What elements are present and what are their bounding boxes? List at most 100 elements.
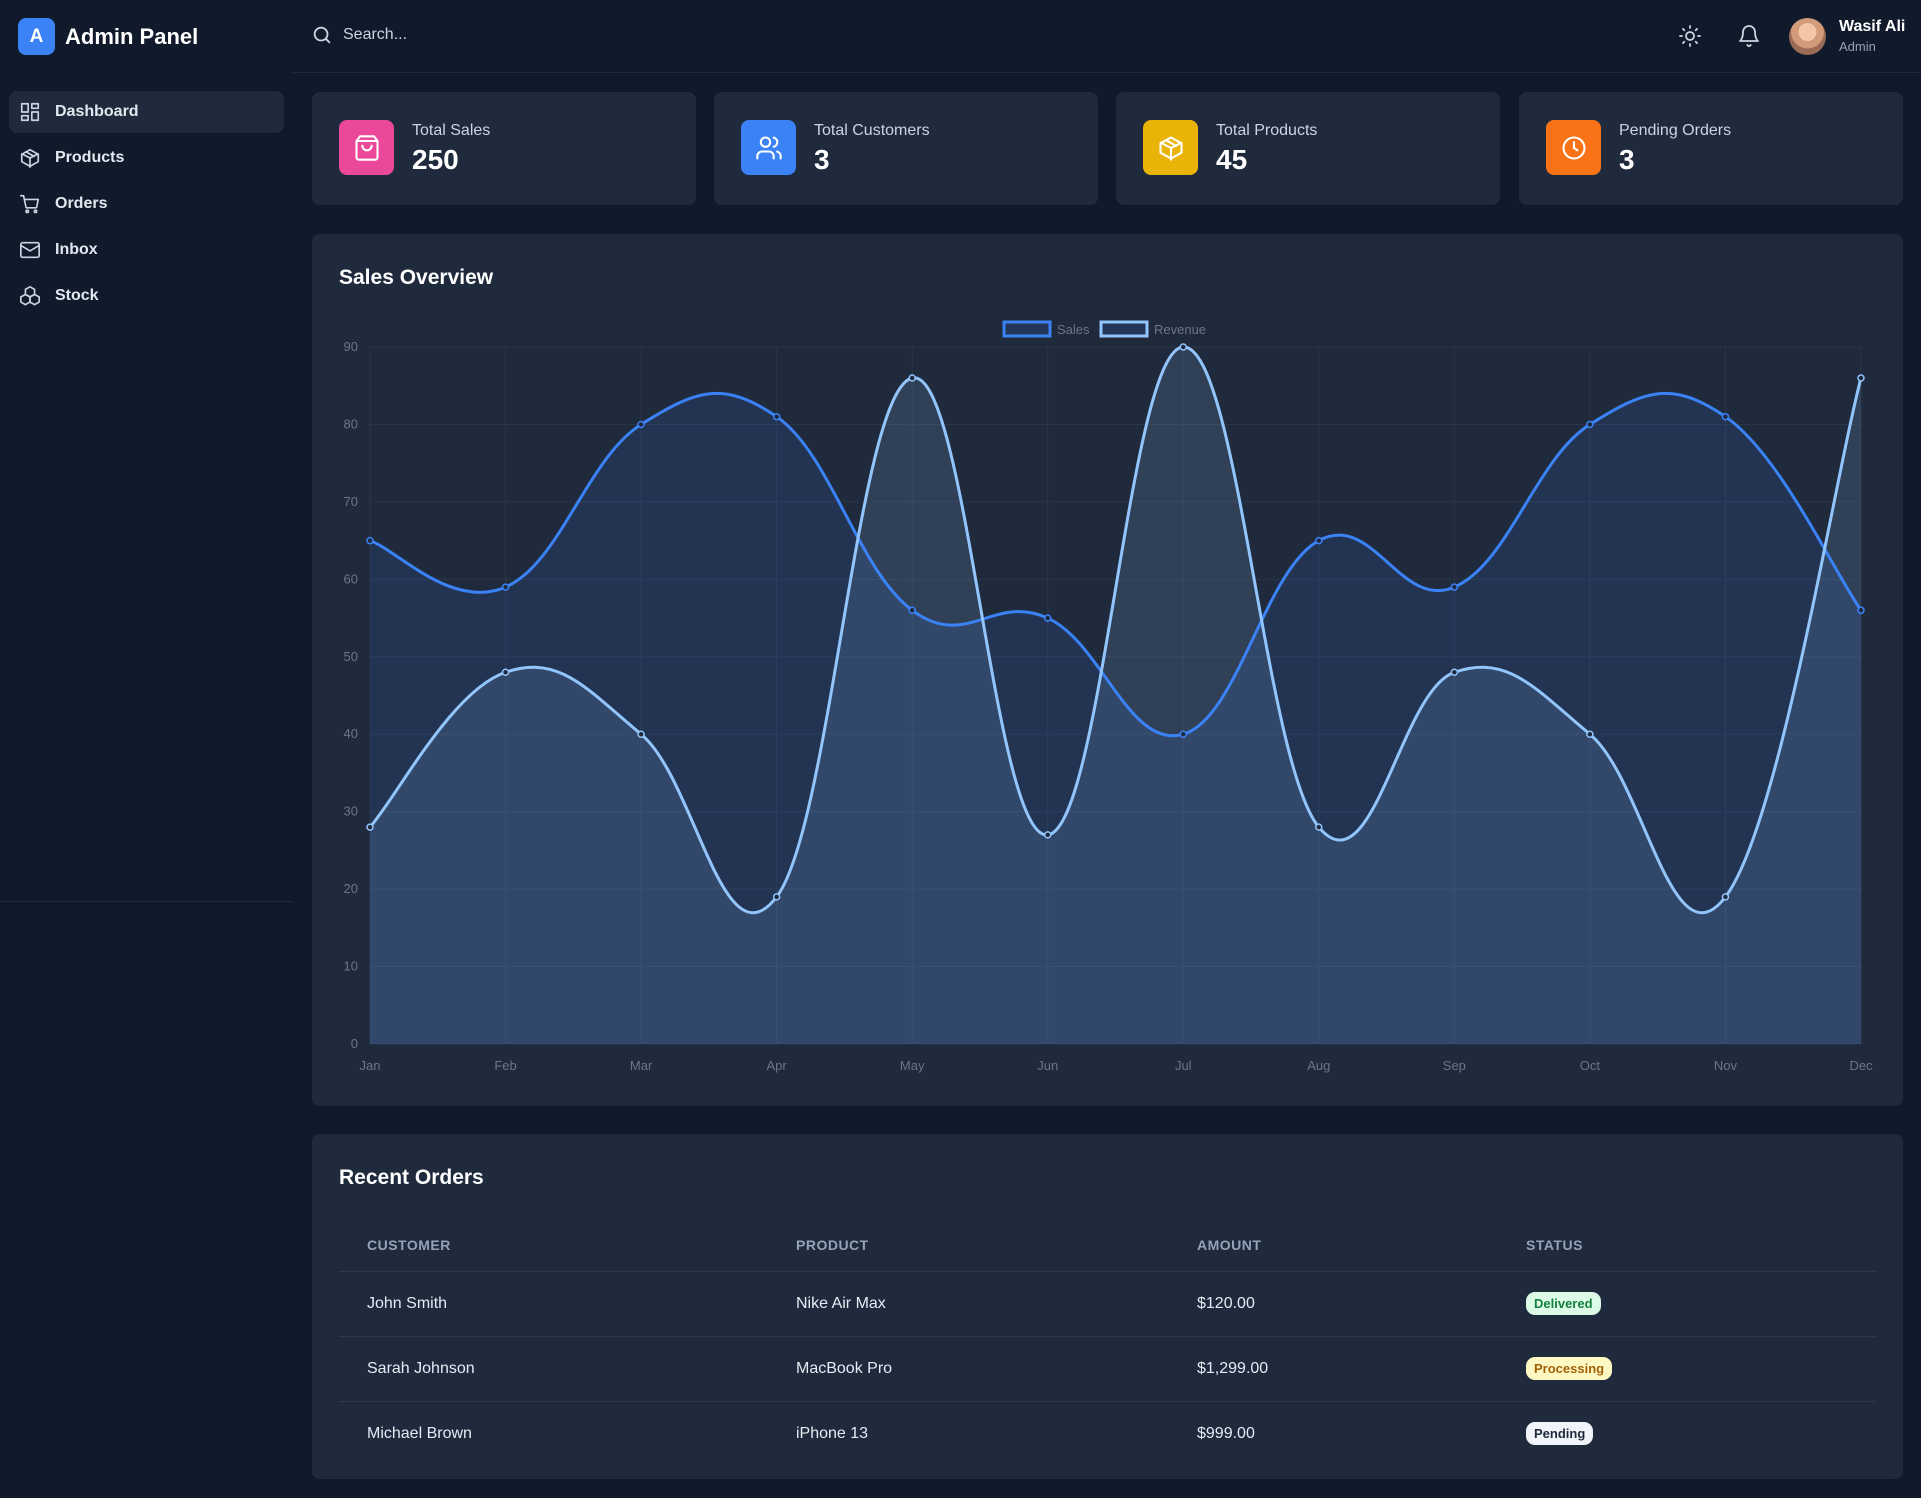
x-tick-label: Feb xyxy=(494,1058,516,1073)
product-cell: iPhone 13 xyxy=(796,1424,869,1442)
stat-icon-box xyxy=(1143,120,1198,175)
sidebar-item-label: Inbox xyxy=(55,241,98,258)
column-header-amount: AMOUNT xyxy=(1169,1220,1498,1272)
brand[interactable]: A Admin Panel xyxy=(18,18,198,55)
user-role: Admin xyxy=(1839,39,1876,54)
y-tick-label: 80 xyxy=(344,416,358,431)
data-point-revenue xyxy=(366,823,374,831)
status-badge: Processing xyxy=(1526,1357,1613,1380)
stat-value: 3 xyxy=(814,144,830,175)
status-cell: Processing xyxy=(1498,1336,1876,1402)
sidebar: A Admin Panel Dashboard Products Orders … xyxy=(0,0,293,1498)
customer-cell: John Smith xyxy=(339,1271,768,1337)
data-point-sales xyxy=(1857,606,1865,615)
stat-label: Pending Orders xyxy=(1619,122,1732,139)
brand-title: Admin Panel xyxy=(65,23,199,49)
data-point-sales xyxy=(908,606,916,615)
data-point-revenue xyxy=(1721,893,1730,901)
search-input[interactable] xyxy=(343,26,643,44)
data-point-sales xyxy=(772,412,781,421)
stat-value: 3 xyxy=(1619,144,1635,175)
data-point-revenue xyxy=(1043,831,1052,839)
x-tick-label: Jun xyxy=(1037,1058,1058,1073)
bell-icon[interactable] xyxy=(1737,24,1761,48)
table-row[interactable]: Sarah Johnson MacBook Pro $1,299.00 Proc… xyxy=(339,1336,1876,1402)
data-point-revenue xyxy=(637,730,645,738)
y-tick-label: 90 xyxy=(344,339,358,354)
stat-label: Total Products xyxy=(1216,122,1318,139)
sidebar-item-orders[interactable]: Orders xyxy=(9,183,284,225)
y-tick-label: 40 xyxy=(344,726,358,741)
shopping-bag-icon xyxy=(354,134,379,161)
x-tick-label: Aug xyxy=(1307,1058,1330,1073)
customer-cell: Sarah Johnson xyxy=(339,1336,768,1402)
clock-icon xyxy=(1561,135,1586,160)
data-point-revenue xyxy=(1586,730,1594,738)
data-point-sales xyxy=(1586,420,1594,429)
column-header-customer: CUSTOMER xyxy=(339,1220,768,1272)
table-row[interactable]: John Smith Nike Air Max $120.00 Delivere… xyxy=(339,1271,1876,1337)
orders-table: CUSTOMER PRODUCT AMOUNT STATUS John Smit… xyxy=(339,1220,1876,1466)
x-tick-label: Oct xyxy=(1580,1058,1601,1073)
data-point-revenue xyxy=(1179,343,1188,351)
data-point-sales xyxy=(1043,614,1052,622)
data-point-sales xyxy=(1179,730,1188,738)
recent-orders-card: Recent Orders CUSTOMER PRODUCT AMOUNT ST… xyxy=(312,1134,1903,1479)
data-point-sales xyxy=(1450,583,1459,591)
orders-title: Recent Orders xyxy=(339,1166,484,1189)
mail-icon xyxy=(20,241,40,259)
data-point-sales xyxy=(637,420,645,429)
sidebar-item-label: Orders xyxy=(55,195,108,212)
legend-swatch-sales xyxy=(1002,320,1052,338)
box-icon xyxy=(20,148,40,168)
table-header-row: CUSTOMER PRODUCT AMOUNT STATUS xyxy=(339,1220,1876,1272)
data-point-sales xyxy=(1721,412,1730,421)
y-tick-label: 60 xyxy=(344,571,358,586)
sales-overview-chart: 0 10 20 30 40 50 60 70 80 90 Jan Feb Mar Apr May Jun Jul… xyxy=(344,320,1873,1073)
sun-icon[interactable] xyxy=(1678,24,1702,48)
y-tick-label: 70 xyxy=(344,494,358,509)
package-icon xyxy=(1158,135,1183,161)
stat-value: 45 xyxy=(1216,144,1248,175)
sidebar-item-label: Products xyxy=(55,149,125,166)
stat-card-pending-orders: Pending Orders 3 xyxy=(1519,92,1903,205)
product-cell: MacBook Pro xyxy=(768,1336,1169,1402)
x-tick-label: Jan xyxy=(360,1058,381,1073)
avatar[interactable] xyxy=(1789,18,1826,55)
sidebar-item-products[interactable]: Products xyxy=(9,137,284,179)
x-tick-label: Sep xyxy=(1443,1058,1466,1073)
legend-label-revenue: Revenue xyxy=(1154,322,1206,337)
search-bar[interactable] xyxy=(311,24,643,46)
status-badge: Pending xyxy=(1526,1422,1594,1446)
search-icon xyxy=(313,26,331,44)
amount-cell: $999.00 xyxy=(1197,1424,1255,1442)
status-cell: Delivered xyxy=(1498,1271,1876,1337)
x-tick-label: Nov xyxy=(1714,1058,1738,1073)
column-header-status: STATUS xyxy=(1498,1220,1876,1272)
data-point-revenue xyxy=(1857,374,1865,382)
x-tick-label: Mar xyxy=(630,1058,653,1073)
cart-icon xyxy=(20,194,40,214)
stat-label: Total Customers xyxy=(814,122,930,139)
table-row[interactable]: Michael Brown iPhone 13 $999.00 Pending xyxy=(339,1401,1876,1466)
data-point-sales xyxy=(366,536,374,545)
legend-label-sales: Sales xyxy=(1057,322,1090,337)
y-tick-label: 10 xyxy=(344,959,358,974)
stat-icon-box xyxy=(1546,120,1601,175)
stat-value: 250 xyxy=(412,144,459,175)
y-tick-label: 30 xyxy=(344,804,358,819)
status-badge: Delivered xyxy=(1526,1292,1601,1315)
product-cell: Nike Air Max xyxy=(768,1271,1169,1337)
sidebar-item-dashboard[interactable]: Dashboard xyxy=(9,91,284,133)
data-point-revenue xyxy=(908,374,916,382)
x-tick-label: May xyxy=(900,1058,925,1073)
customer-cell: Michael Brown xyxy=(367,1424,472,1442)
data-point-revenue xyxy=(1450,668,1459,677)
sidebar-item-inbox[interactable]: Inbox xyxy=(9,229,284,271)
y-tick-label: 20 xyxy=(344,881,358,896)
users-icon xyxy=(755,135,782,160)
user-name: Wasif Ali xyxy=(1839,18,1906,35)
sidebar-item-stock[interactable]: Stock xyxy=(9,275,284,317)
x-tick-label: Jul xyxy=(1175,1058,1192,1073)
user-info[interactable]: Wasif Ali Admin xyxy=(1839,18,1905,54)
